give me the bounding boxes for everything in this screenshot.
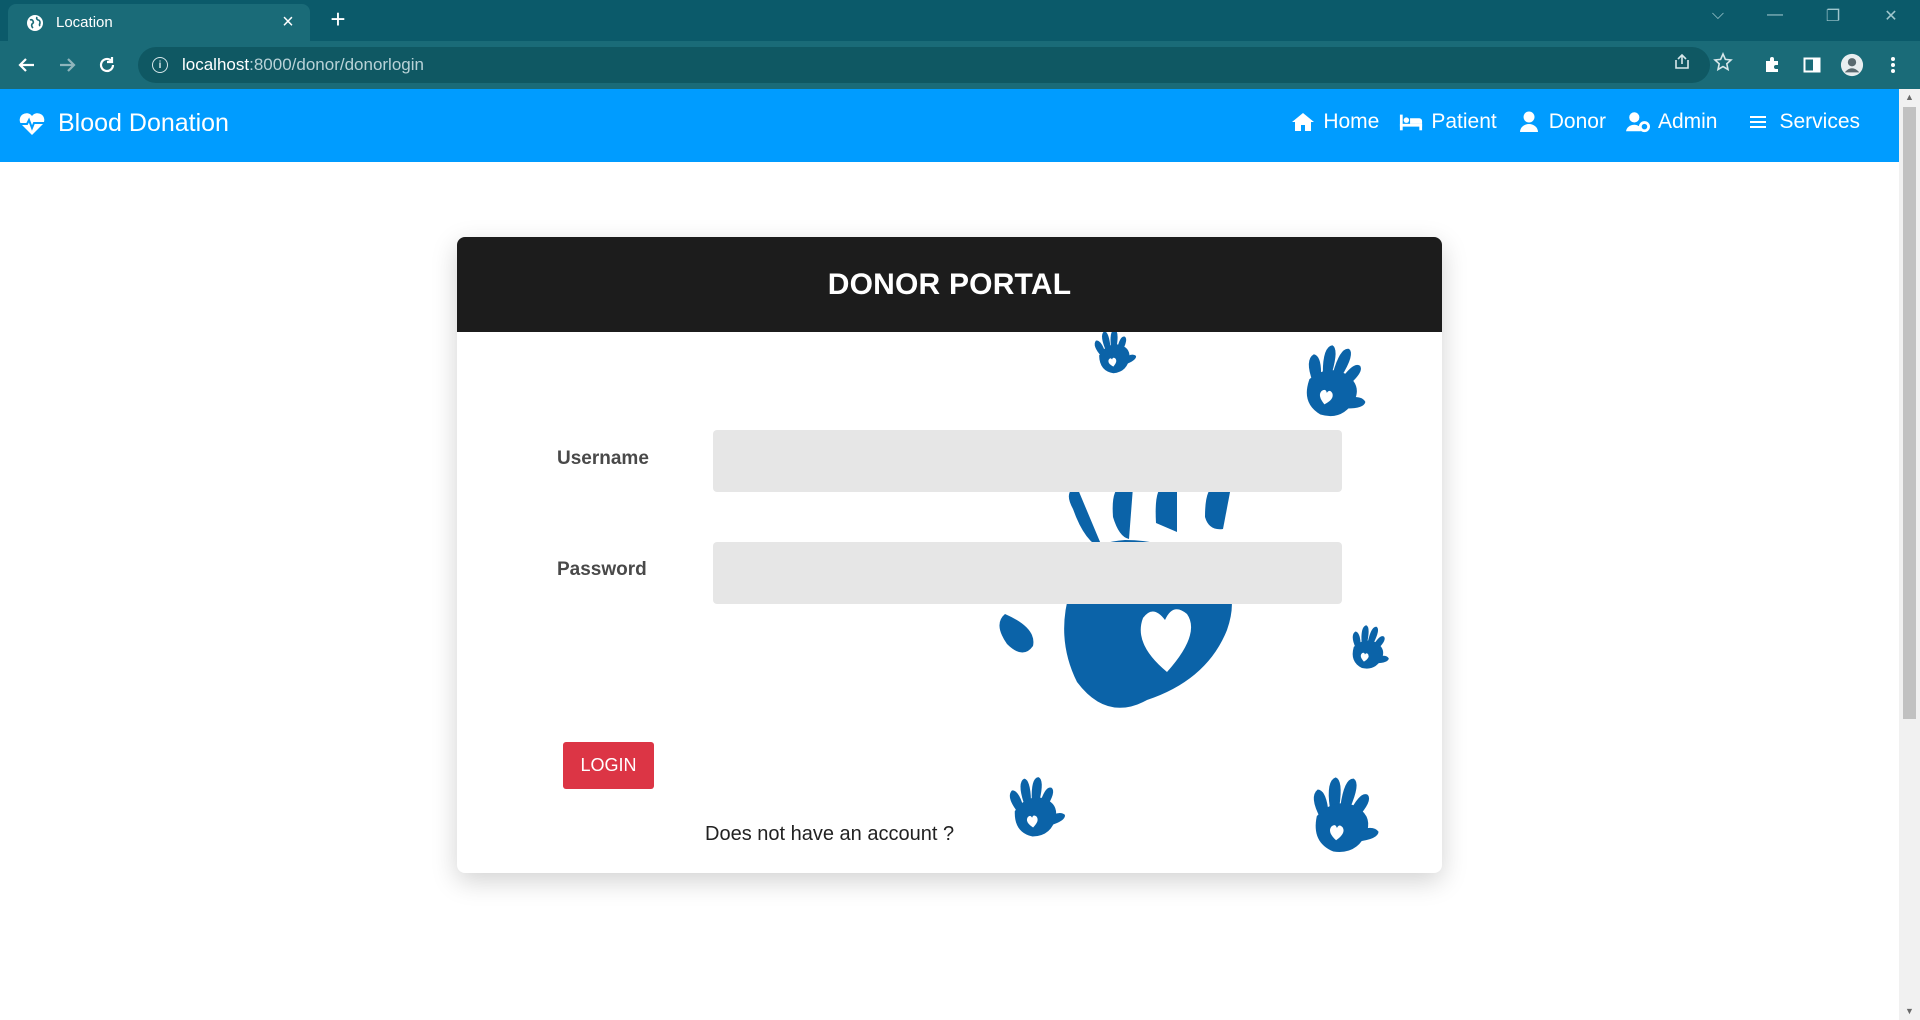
no-account-text: Does not have an account ?: [705, 823, 955, 845]
scroll-up-arrow[interactable]: ▲: [1904, 92, 1915, 103]
browser-tab[interactable]: Location ×: [8, 4, 310, 41]
nav-patient[interactable]: Patient: [1399, 110, 1497, 134]
forward-button[interactable]: [55, 53, 79, 77]
minimize-button[interactable]: —: [1760, 6, 1790, 24]
back-button[interactable]: [15, 53, 39, 77]
card-header: DONOR PORTAL: [457, 237, 1442, 332]
handprint-bottom-right: [1310, 775, 1383, 855]
nav-services[interactable]: Services: [1747, 110, 1860, 134]
user-gear-icon: [1625, 111, 1650, 133]
profile-avatar-icon[interactable]: [1840, 53, 1864, 77]
brand-name: Blood Donation: [58, 109, 229, 137]
login-button[interactable]: LOGIN: [563, 742, 654, 789]
nav-admin[interactable]: Admin: [1625, 110, 1718, 134]
scroll-down-arrow[interactable]: ▼: [1904, 1006, 1915, 1017]
bookmark-star-icon[interactable]: [1712, 51, 1734, 73]
username-label: Username: [557, 448, 649, 469]
register-link[interactable]: Register: [1107, 823, 1181, 846]
hamburger-icon: [1747, 111, 1771, 133]
nav-admin-label: Admin: [1657, 110, 1718, 133]
reload-button[interactable]: [95, 53, 119, 77]
heartbeat-icon: [18, 111, 46, 137]
username-input[interactable]: [713, 430, 1342, 492]
nav-links: Home Patient Donor Admin Services: [1271, 110, 1860, 134]
new-tab-button[interactable]: +: [326, 6, 350, 32]
close-window-button[interactable]: ✕: [1876, 6, 1906, 26]
tab-search-icon[interactable]: ⌵: [1703, 6, 1733, 24]
globe-icon: [26, 14, 44, 32]
brand-link[interactable]: Blood Donation: [18, 109, 229, 138]
scrollbar-thumb[interactable]: [1903, 107, 1916, 719]
browser-menu-icon[interactable]: [1881, 53, 1905, 77]
page-scrollbar[interactable]: ▲ ▼: [1899, 89, 1920, 1020]
page-viewport: Blood Donation Home Patient Donor Admin …: [0, 89, 1899, 1020]
handprint-top-right: [1298, 341, 1376, 424]
password-label: Password: [557, 559, 647, 580]
nav-donor-label: Donor: [1548, 110, 1606, 133]
extensions-icon[interactable]: [1760, 53, 1784, 77]
nav-home-label: Home: [1323, 110, 1380, 133]
url-bar[interactable]: i localhost:8000/donor/donorlogin: [138, 47, 1710, 83]
nav-donor[interactable]: Donor: [1517, 110, 1606, 134]
share-icon[interactable]: [1671, 51, 1693, 73]
address-toolbar: i localhost:8000/donor/donorlogin: [0, 41, 1920, 89]
donor-login-card: DONOR PORTAL Username Password LOGIN Doe…: [457, 237, 1442, 873]
nav-patient-label: Patient: [1431, 110, 1497, 133]
nav-home[interactable]: Home: [1291, 110, 1379, 134]
handprint-small-top: [1092, 332, 1139, 376]
close-tab-icon[interactable]: ×: [278, 11, 298, 33]
tab-title: Location: [56, 14, 113, 31]
browser-tab-strip: Location × + ⌵ — ❐ ✕: [0, 0, 1920, 41]
user-icon: [1517, 111, 1541, 133]
nav-services-label: Services: [1779, 110, 1860, 133]
home-icon: [1291, 111, 1315, 133]
bed-icon: [1399, 111, 1423, 133]
handprint-right: [1348, 623, 1393, 672]
password-input[interactable]: [713, 542, 1342, 604]
handprint-bottom-left: [1008, 774, 1067, 839]
site-info-icon[interactable]: i: [152, 57, 168, 73]
restore-button[interactable]: ❐: [1818, 6, 1848, 26]
url-host: localhost: [182, 55, 250, 74]
url-path: :8000/donor/donorlogin: [249, 55, 424, 74]
side-panel-icon[interactable]: [1800, 53, 1824, 77]
site-navbar: Blood Donation Home Patient Donor Admin …: [0, 89, 1899, 162]
card-title: DONOR PORTAL: [827, 267, 1072, 301]
